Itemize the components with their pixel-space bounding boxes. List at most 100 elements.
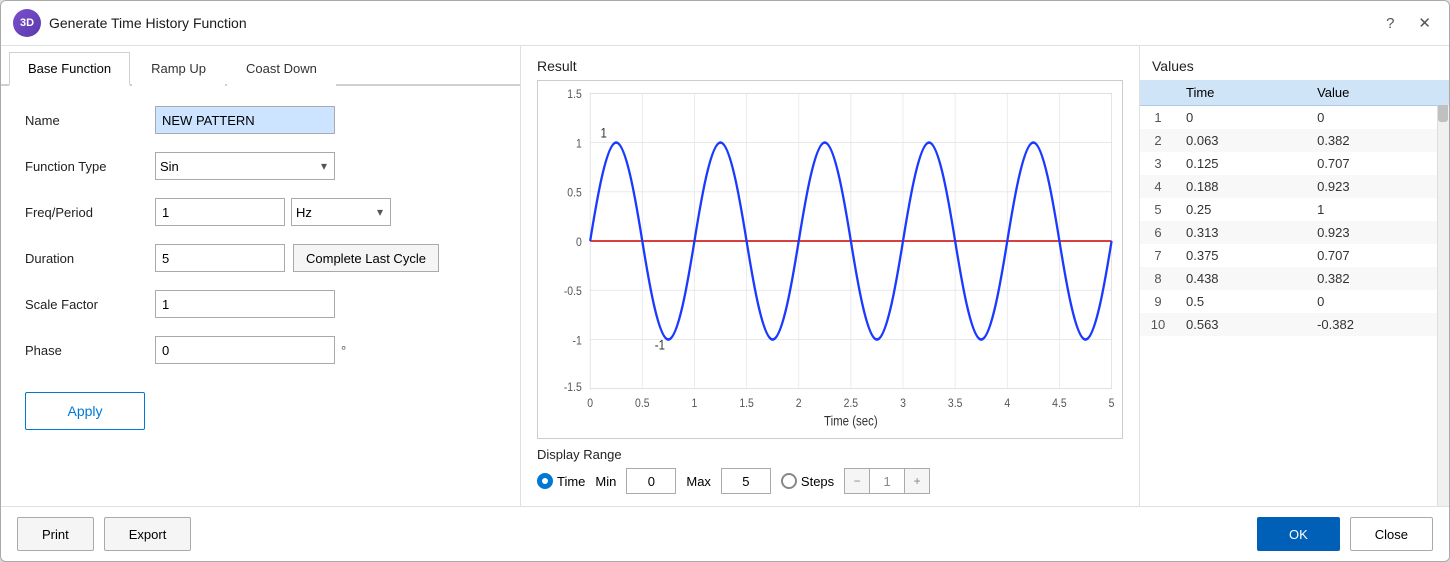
name-input[interactable] [155, 106, 335, 134]
table-row: 5 0.25 1 [1140, 198, 1449, 221]
dialog-title: Generate Time History Function [49, 15, 1380, 31]
tabs: Base Function Ramp Up Coast Down [1, 46, 520, 86]
unit-select[interactable]: Hz RPM rad/s [291, 198, 391, 226]
cell-value: 0.382 [1307, 267, 1449, 290]
name-label: Name [25, 113, 155, 128]
steps-radio-button[interactable] [781, 473, 797, 489]
max-input[interactable] [721, 468, 771, 494]
cell-time: 0.375 [1176, 244, 1307, 267]
right-panel: Values Time Value 1 0 0 2 0.063 [1139, 46, 1449, 506]
tab-coast-down[interactable]: Coast Down [227, 52, 336, 86]
phase-controls: ° [155, 336, 346, 364]
svg-text:1: 1 [601, 126, 607, 141]
svg-text:0.5: 0.5 [635, 398, 649, 411]
values-title: Values [1140, 46, 1449, 80]
ok-button[interactable]: OK [1257, 517, 1340, 551]
time-radio-button[interactable] [537, 473, 553, 489]
chart-svg: 1.5 1 0.5 0 -0.5 -1 -1.5 0 0.5 1 1.5 2 2… [538, 81, 1122, 438]
title-bar-actions: ? ✕ [1380, 12, 1437, 34]
scale-factor-row: Scale Factor [25, 290, 496, 318]
svg-text:0: 0 [587, 398, 593, 411]
steps-radio-label[interactable]: Steps [781, 473, 834, 489]
cell-time: 0.125 [1176, 152, 1307, 175]
apply-button[interactable]: Apply [25, 392, 145, 430]
svg-text:-1.5: -1.5 [564, 382, 582, 395]
svg-text:1.5: 1.5 [567, 89, 581, 102]
function-type-row: Function Type Sin Cos Square Triangle [25, 152, 496, 180]
freq-period-label: Freq/Period [25, 205, 155, 220]
footer: Print Export OK Close [1, 506, 1449, 561]
svg-text:-0.5: -0.5 [564, 285, 582, 298]
table-row: 7 0.375 0.707 [1140, 244, 1449, 267]
degree-symbol: ° [341, 343, 346, 358]
print-button[interactable]: Print [17, 517, 94, 551]
tab-ramp-up[interactable]: Ramp Up [132, 52, 225, 86]
min-label: Min [595, 474, 616, 489]
steps-decrease-button[interactable]: − [845, 469, 869, 493]
range-controls: Time Min Max Steps − 1 + [537, 468, 1123, 494]
cell-time: 0.313 [1176, 221, 1307, 244]
tab-base-function[interactable]: Base Function [9, 52, 130, 86]
close-button[interactable]: Close [1350, 517, 1433, 551]
close-title-button[interactable]: ✕ [1412, 12, 1437, 34]
time-radio-text: Time [557, 474, 585, 489]
svg-text:1.5: 1.5 [739, 398, 753, 411]
svg-text:3: 3 [900, 398, 906, 411]
cell-value: 0.923 [1307, 221, 1449, 244]
phase-row: Phase ° [25, 336, 496, 364]
table-row: 1 0 0 [1140, 106, 1449, 130]
time-radio-label[interactable]: Time [537, 473, 585, 489]
scale-input[interactable] [155, 290, 335, 318]
duration-controls: Complete Last Cycle [155, 244, 439, 272]
cell-index: 6 [1140, 221, 1176, 244]
svg-text:0.5: 0.5 [567, 187, 581, 200]
cell-index: 8 [1140, 267, 1176, 290]
left-panel: Base Function Ramp Up Coast Down Name Fu… [1, 46, 521, 506]
cell-index: 9 [1140, 290, 1176, 313]
scrollbar-track[interactable] [1437, 80, 1449, 506]
svg-text:-1: -1 [655, 337, 665, 352]
steps-increase-button[interactable]: + [905, 469, 929, 493]
svg-text:-1: -1 [573, 335, 582, 348]
cell-index: 3 [1140, 152, 1176, 175]
form-area: Name Function Type Sin Cos Square Triang… [1, 86, 520, 506]
cell-time: 0.563 [1176, 313, 1307, 336]
cell-time: 0 [1176, 106, 1307, 130]
phase-input[interactable] [155, 336, 335, 364]
cell-value: 0.923 [1307, 175, 1449, 198]
svg-text:2: 2 [796, 398, 802, 411]
table-row: 10 0.563 -0.382 [1140, 313, 1449, 336]
col-index-header [1140, 80, 1176, 106]
help-button[interactable]: ? [1380, 12, 1400, 34]
steps-radio-text: Steps [801, 474, 834, 489]
export-button[interactable]: Export [104, 517, 192, 551]
table-row: 3 0.125 0.707 [1140, 152, 1449, 175]
table-row: 6 0.313 0.923 [1140, 221, 1449, 244]
cell-value: 0.707 [1307, 244, 1449, 267]
function-type-select[interactable]: Sin Cos Square Triangle [155, 152, 335, 180]
table-header-row: Time Value [1140, 80, 1449, 106]
freq-input[interactable] [155, 198, 285, 226]
duration-label: Duration [25, 251, 155, 266]
duration-row: Duration Complete Last Cycle [25, 244, 496, 272]
cell-index: 1 [1140, 106, 1176, 130]
cell-time: 0.25 [1176, 198, 1307, 221]
svg-text:Time (sec): Time (sec) [824, 414, 878, 429]
col-time-header: Time [1176, 80, 1307, 106]
table-row: 8 0.438 0.382 [1140, 267, 1449, 290]
min-input[interactable] [626, 468, 676, 494]
svg-text:4: 4 [1004, 398, 1010, 411]
cell-value: 0 [1307, 290, 1449, 313]
duration-input[interactable] [155, 244, 285, 272]
complete-last-cycle-button[interactable]: Complete Last Cycle [293, 244, 439, 272]
svg-text:0: 0 [576, 236, 582, 249]
cell-value: -0.382 [1307, 313, 1449, 336]
footer-left: Print Export [17, 517, 191, 551]
cell-index: 7 [1140, 244, 1176, 267]
svg-text:1: 1 [692, 398, 698, 411]
max-label: Max [686, 474, 711, 489]
freq-period-row: Freq/Period Hz RPM rad/s [25, 198, 496, 226]
cell-index: 2 [1140, 129, 1176, 152]
cell-time: 0.188 [1176, 175, 1307, 198]
table-row: 9 0.5 0 [1140, 290, 1449, 313]
